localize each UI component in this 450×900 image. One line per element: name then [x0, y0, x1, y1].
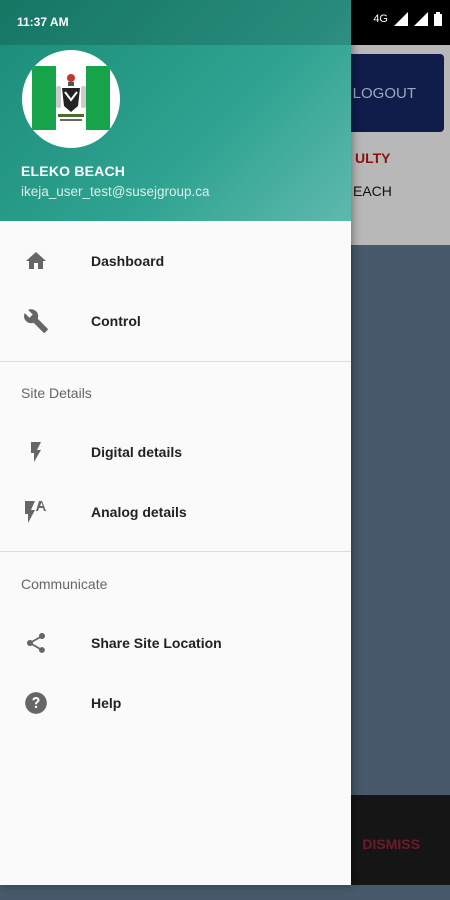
menu-item-analog-details[interactable]: Analog details [0, 482, 351, 542]
menu-item-label: Dashboard [91, 253, 165, 269]
menu-item-share-site-location[interactable]: Share Site Location [0, 613, 351, 673]
menu-item-label: Share Site Location [91, 635, 222, 651]
flash-auto-icon [22, 498, 50, 526]
site-avatar [22, 50, 120, 148]
menu-item-label: Control [91, 313, 141, 329]
fault-status-text: ULTY [355, 150, 391, 166]
help-icon [22, 689, 50, 717]
section-title-site-details: Site Details [21, 385, 92, 401]
menu-item-help[interactable]: Help [0, 673, 351, 733]
menu-item-digital-details[interactable]: Digital details [0, 422, 351, 482]
drawer-site-name: ELEKO BEACH [21, 163, 126, 179]
signal-icon-2 [414, 12, 428, 26]
menu-divider [0, 361, 351, 362]
menu-item-label: Digital details [91, 444, 183, 460]
flash-icon [22, 438, 50, 466]
status-time: 11:37 AM [17, 15, 69, 29]
menu-item-label: Help [91, 695, 122, 711]
drawer-user-email: ikeja_user_test@susejgroup.ca [21, 184, 210, 199]
home-icon [22, 247, 50, 275]
network-label: 4G [373, 13, 388, 25]
navigation-drawer: 11:37 AM ELEKO BEACH ikeja_user_test@sus… [0, 0, 351, 885]
menu-item-control[interactable]: Control [0, 291, 351, 351]
status-icons: 4G [373, 12, 442, 26]
menu-item-dashboard[interactable]: Dashboard [0, 231, 351, 291]
coat-of-arms-icon [56, 74, 86, 121]
site-name-text: EACH [353, 183, 392, 199]
dismiss-button[interactable]: DISMISS [362, 836, 420, 852]
drawer-status-bar: 11:37 AM [0, 0, 351, 45]
signal-icon [394, 12, 408, 26]
drawer-header: 11:37 AM ELEKO BEACH ikeja_user_test@sus… [0, 0, 351, 221]
section-title-communicate: Communicate [21, 576, 108, 592]
menu-item-label: Analog details [91, 504, 187, 520]
battery-icon [434, 12, 442, 26]
section-divider [0, 551, 351, 552]
share-icon [22, 629, 50, 657]
wrench-icon [22, 307, 50, 335]
